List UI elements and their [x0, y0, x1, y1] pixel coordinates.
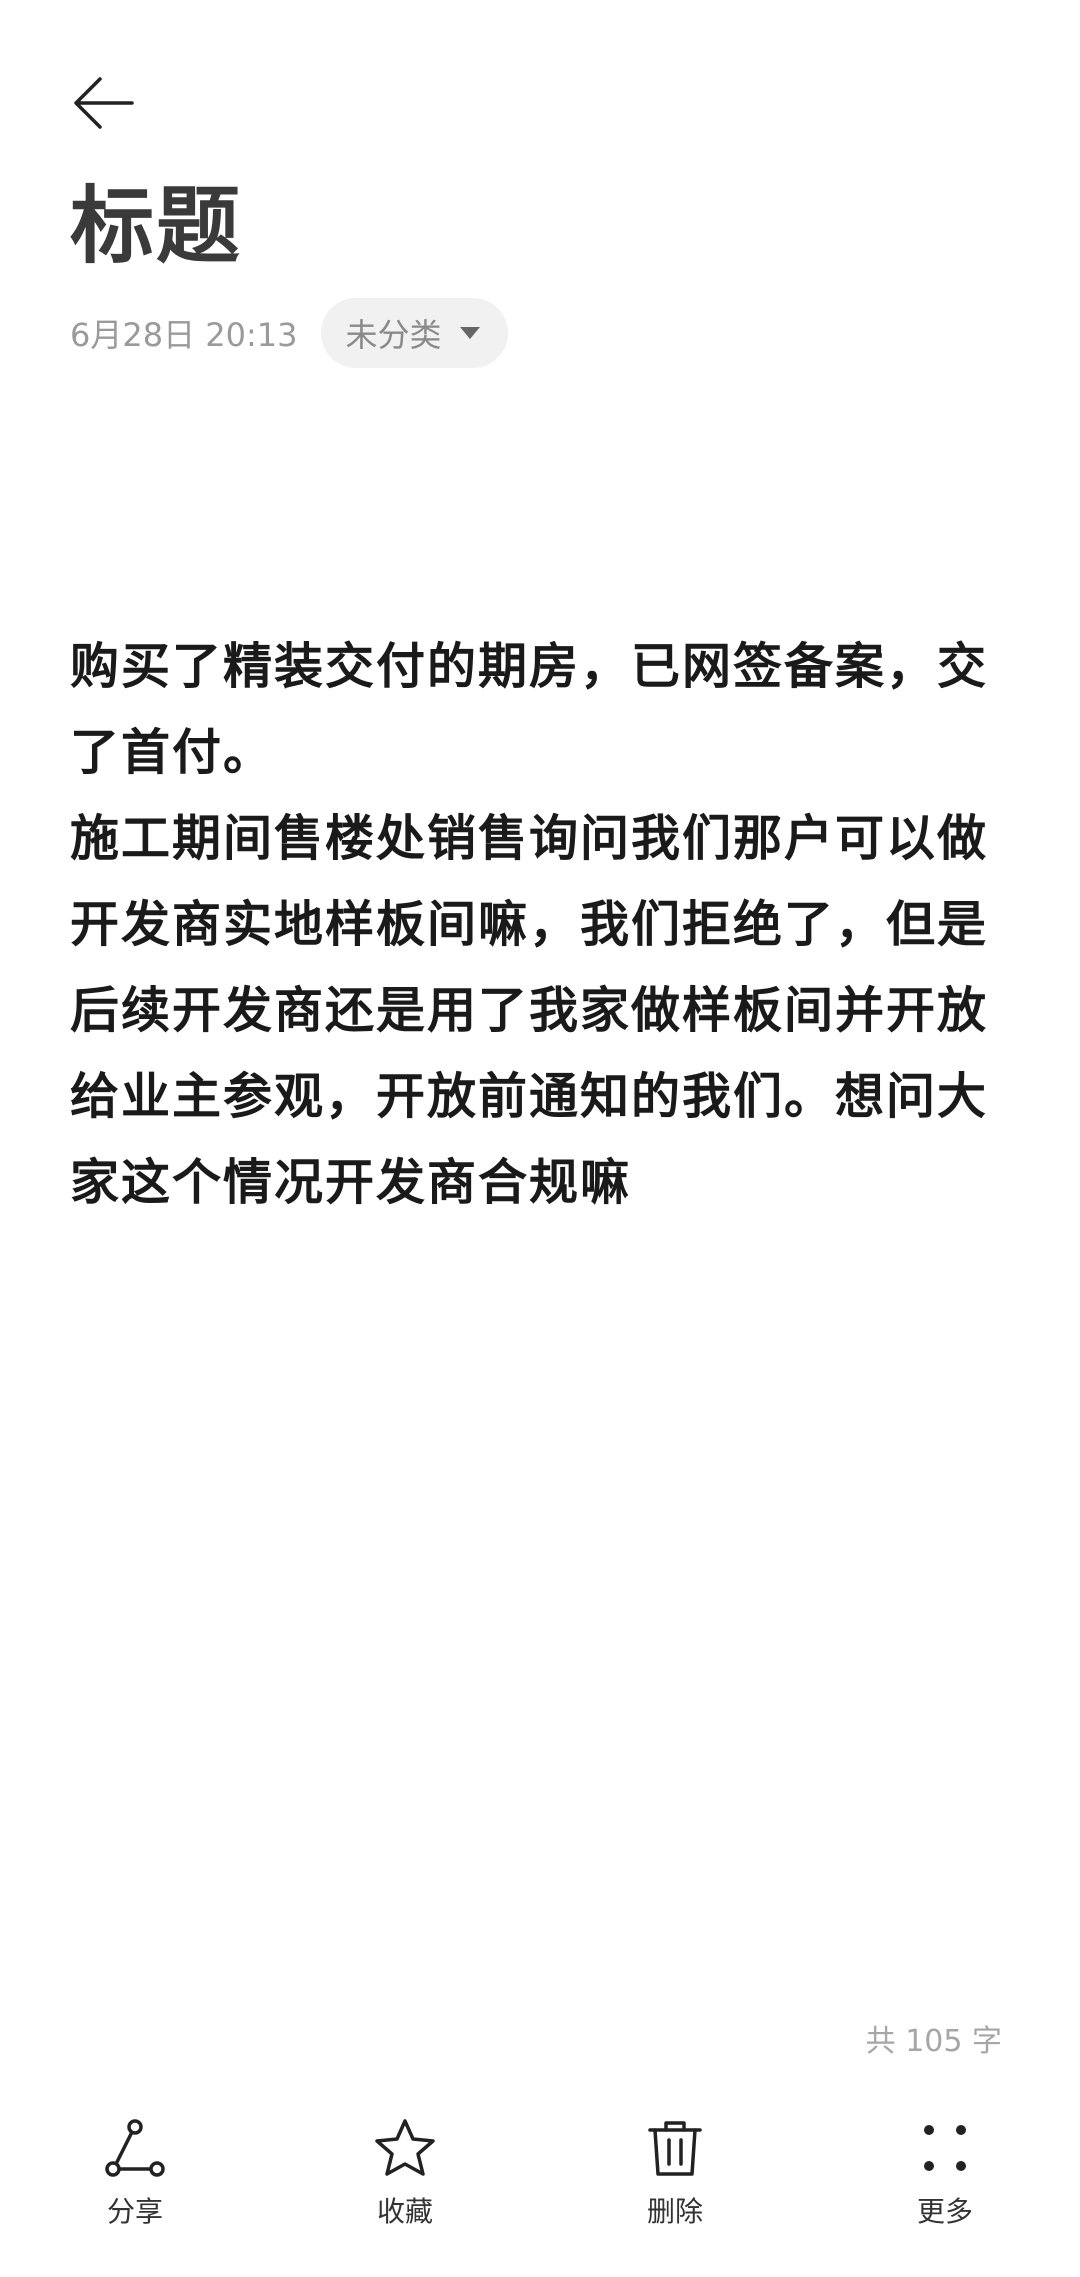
note-paragraph: 购买了精装交付的期房，已网签备案，交了首付。: [70, 638, 989, 781]
note-meta-row: 6月28日 20:13 未分类: [70, 298, 508, 368]
caret-down-icon: [459, 327, 480, 339]
arrow-left-icon: [74, 77, 134, 129]
note-body[interactable]: 购买了精装交付的期房，已网签备案，交了首付。 施工期间售楼处销售询问我们那户可以…: [70, 624, 1000, 1226]
bottom-toolbar: 分享 收藏 删除 更多: [0, 2114, 1080, 2264]
back-button[interactable]: [60, 60, 146, 146]
star-icon: [375, 2119, 435, 2176]
note-title: 标题: [70, 177, 243, 275]
note-detail-page: 标题 6月28日 20:13 未分类 购买了精装交付的期房，已网签备案，交了首付…: [0, 0, 1080, 2277]
share-label: 分享: [106, 2195, 163, 2228]
word-count: 共 105 字: [865, 2024, 1002, 2059]
more-dots-icon: [924, 2125, 966, 2171]
favorite-label: 收藏: [376, 2195, 433, 2228]
more-label: 更多: [916, 2195, 973, 2228]
note-paragraph: 施工期间售楼处销售询问我们那户可以做开发商实地样板间嘛，我们拒绝了，但是后续开发…: [70, 810, 989, 1211]
delete-label: 删除: [646, 2195, 703, 2228]
favorite-button[interactable]: 收藏: [270, 2114, 540, 2264]
share-button[interactable]: 分享: [0, 2114, 270, 2264]
delete-button[interactable]: 删除: [540, 2114, 810, 2264]
category-label: 未分类: [345, 316, 442, 354]
note-timestamp: 6月28日 20:13: [70, 316, 298, 354]
category-dropdown[interactable]: 未分类: [321, 298, 508, 368]
trash-icon: [648, 2121, 702, 2176]
more-button[interactable]: 更多: [810, 2114, 1080, 2264]
share-icon: [105, 2119, 165, 2177]
